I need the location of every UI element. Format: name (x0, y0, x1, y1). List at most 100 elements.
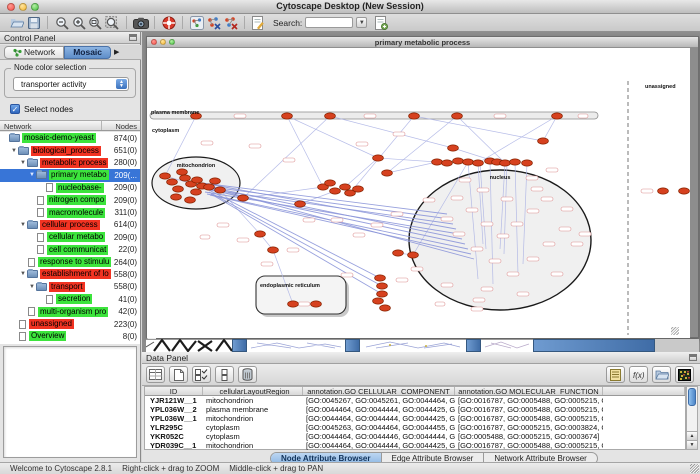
gene-node[interactable] (382, 170, 393, 176)
gene-node[interactable] (173, 186, 184, 192)
help-ring-icon[interactable] (160, 15, 177, 31)
gene-node[interactable] (295, 201, 306, 207)
tree-item-multi-organism-pro[interactable]: multi-organism pro42(0) (0, 305, 140, 317)
open-folder-icon[interactable] (8, 15, 25, 31)
gene-node[interactable] (442, 160, 453, 166)
node-label-chip[interactable] (481, 222, 493, 226)
node-label-chip[interactable] (559, 227, 571, 231)
search-dropdown-icon[interactable]: ▼ (356, 17, 367, 28)
gene-node[interactable] (377, 283, 388, 289)
node-label-chip[interactable] (411, 267, 423, 271)
table-cell[interactable]: mitochondrion (203, 396, 303, 405)
table-cell[interactable]: YPL036W__1 (145, 414, 203, 423)
gene-node[interactable] (432, 159, 443, 165)
table-cell[interactable]: YKR052C (145, 432, 203, 441)
table-cell[interactable]: mitochondrion (203, 414, 303, 423)
table-cell[interactable]: plasma membrane (203, 405, 303, 414)
table-cell[interactable]: cytoplasm (203, 432, 303, 441)
table-row[interactable]: YPL036W__1mitochondrion[GO:0044464, GO:0… (145, 414, 685, 423)
table-row[interactable]: YPL036W__2plasma membrane[GO:0044464, GO… (145, 405, 685, 414)
node-color-select[interactable]: transporter activity ▲▼ (13, 77, 129, 91)
zoom-in-icon[interactable] (70, 15, 87, 31)
node-label-chip[interactable] (511, 222, 523, 226)
tabs-overflow-icon[interactable]: ▶ (114, 48, 119, 56)
node-label-chip[interactable] (497, 234, 509, 238)
table-cell[interactable]: [GO:0016787, GO:0005215, GO:0003824, G..… (455, 423, 603, 432)
table-row[interactable]: YJR121W__1mitochondrion[GO:0045267, GO:0… (145, 396, 685, 405)
float-panel-icon[interactable] (689, 354, 697, 361)
new-attribute-icon[interactable] (169, 366, 188, 383)
gene-node[interactable] (325, 113, 336, 119)
table-cell[interactable]: [GO:0045263, GO:0044464, GO:0044455, G..… (303, 423, 455, 432)
gene-node[interactable] (353, 186, 364, 192)
node-label-chip[interactable] (477, 188, 489, 192)
table-cell[interactable]: [GO:0005488, GO:0005215, GO:0003674] (455, 432, 603, 441)
table-row[interactable]: YLR295Ccytoplasm[GO:0045263, GO:0044464,… (145, 423, 685, 432)
gene-node[interactable] (180, 175, 191, 181)
gene-node[interactable] (171, 194, 182, 200)
node-label-chip[interactable] (579, 232, 591, 236)
node-label-chip[interactable] (501, 197, 513, 201)
table-cell[interactable] (603, 396, 685, 405)
disclosure-triangle-icon[interactable]: ▼ (19, 222, 27, 228)
table-cell[interactable]: YPL036W__2 (145, 405, 203, 414)
edge[interactable] (243, 116, 330, 198)
node-label-chip[interactable] (261, 262, 273, 266)
node-label-chip[interactable] (453, 232, 465, 236)
node-label-chip[interactable] (371, 223, 383, 227)
tree-item-unassigned[interactable]: unassigned223(0) (0, 318, 140, 330)
tree-item-overview[interactable]: Overview8(0) (0, 330, 140, 342)
node-label-chip[interactable] (287, 248, 299, 252)
gene-node[interactable] (522, 160, 533, 166)
gene-node[interactable] (409, 113, 420, 119)
delete-attribute-icon[interactable] (238, 366, 257, 383)
create-view-icon[interactable] (188, 15, 205, 31)
gene-node[interactable] (463, 159, 474, 165)
table-vertical-scrollbar[interactable]: ▲ ▼ (686, 386, 698, 450)
node-label-chip[interactable] (473, 298, 485, 302)
table-cell[interactable] (603, 432, 685, 441)
table-cell[interactable]: mitochondrion (203, 441, 303, 450)
unselect-attributes-icon[interactable] (215, 366, 234, 383)
node-label-chip[interactable] (441, 283, 453, 287)
zoom-fit-icon[interactable] (104, 15, 121, 31)
table-cell[interactable]: [GO:0016787, GO:0005488, GO:0005215, G..… (455, 414, 603, 423)
node-label-chip[interactable] (423, 198, 435, 202)
node-label-chip[interactable] (356, 142, 368, 146)
node-label-chip[interactable] (489, 259, 501, 263)
table-cell[interactable]: [GO:0044464, GO:0044444, GO:0044425, G..… (303, 414, 455, 423)
node-label-chip[interactable] (561, 207, 573, 211)
disclosure-triangle-icon[interactable]: ▼ (19, 160, 27, 166)
edge[interactable] (457, 116, 505, 163)
edge[interactable] (350, 116, 414, 193)
gene-node[interactable] (340, 184, 351, 190)
node-label-chip[interactable] (459, 178, 471, 182)
node-label-chip[interactable] (578, 114, 588, 118)
node-label-chip[interactable] (481, 287, 493, 291)
scrollbar-thumb[interactable] (688, 388, 696, 406)
gene-node[interactable] (538, 138, 549, 144)
gene-node[interactable] (380, 305, 391, 311)
disclosure-triangle-icon[interactable]: ▼ (10, 148, 18, 154)
disclosure-triangle-icon[interactable]: ▼ (28, 172, 36, 178)
table-cell[interactable]: YLR295C (145, 423, 203, 432)
tree-item-secretion[interactable]: secretion41(0) (0, 293, 140, 305)
gene-node[interactable] (408, 252, 419, 258)
node-label-chip[interactable] (435, 302, 445, 306)
edge[interactable] (387, 162, 437, 173)
tree-item-cell-communicat[interactable]: cell communicat22(0) (0, 244, 140, 256)
node-label-chip[interactable] (451, 196, 463, 200)
table-cell[interactable]: [GO:0016787, GO:0005488, GO:0005215, G..… (455, 405, 603, 414)
node-label-chip[interactable] (298, 302, 310, 306)
node-label-chip[interactable] (364, 114, 376, 118)
zoom-out-icon[interactable] (53, 15, 70, 31)
column-empty[interactable] (603, 387, 685, 395)
node-label-chip[interactable] (641, 189, 653, 193)
select-nodes-checkbox[interactable]: ✓ (10, 104, 20, 114)
node-label-chip[interactable] (471, 307, 483, 311)
network-frame-titlebar[interactable]: primary metabolic process (147, 37, 698, 48)
endoplasmic-reticulum-region[interactable] (256, 276, 346, 314)
gene-node[interactable] (204, 184, 215, 190)
gene-node[interactable] (311, 301, 322, 307)
node-label-chip[interactable] (541, 197, 553, 201)
